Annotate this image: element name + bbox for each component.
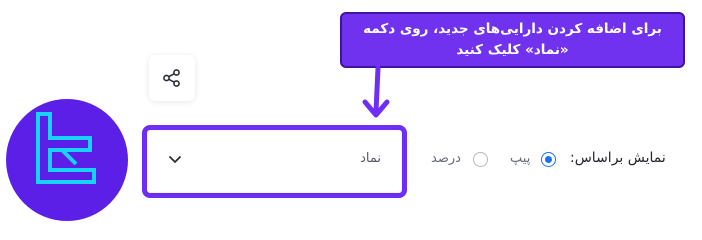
callout-line-2: «نماد» کلیک کنید [456,42,569,58]
logo-mark-icon [36,112,96,184]
down-arrow-icon [362,66,390,118]
radio-pip[interactable] [541,152,556,167]
share-button[interactable] [149,55,195,101]
radio-label-percent[interactable]: درصد [431,151,461,166]
tutorial-callout: برای اضافه کردن دارایی‌های جدید، روی دکم… [340,12,685,68]
radio-percent[interactable] [473,152,488,167]
callout-line-1: برای اضافه کردن دارایی‌های جدید، روی دکم… [363,21,662,37]
symbol-select-value: نماد [360,151,381,166]
symbol-select[interactable]: نماد [148,131,401,192]
display-by-label: نمایش براساس: [570,150,666,166]
chevron-down-icon [169,156,181,163]
share-icon [163,69,180,87]
brand-logo [6,99,128,221]
radio-label-pip[interactable]: پیپ [510,151,530,166]
